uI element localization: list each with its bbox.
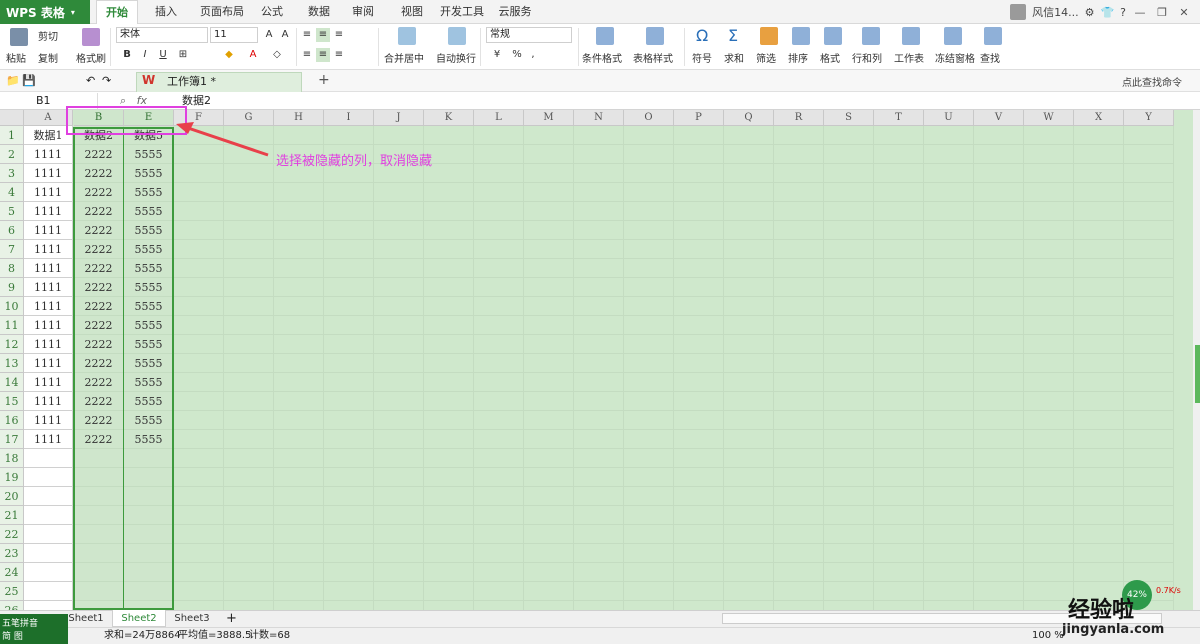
annotation-arrow bbox=[176, 122, 269, 157]
ime-line1: 五笔拼音 bbox=[2, 619, 39, 629]
sheet-tab-sheet2[interactable]: Sheet2 bbox=[112, 610, 166, 627]
sheet-tab-sheet3[interactable]: Sheet3 bbox=[166, 610, 218, 627]
status-count: 计数=68 bbox=[249, 630, 291, 641]
watermark-logo: 经验啦 bbox=[1068, 597, 1135, 623]
sheet-tab-sheet1[interactable]: Sheet1 bbox=[62, 610, 110, 627]
net-speed: 0.7K/s bbox=[1156, 586, 1181, 595]
zoom-level[interactable]: 100 % bbox=[1032, 627, 1064, 644]
ime-line2: 简 图 bbox=[2, 632, 23, 642]
add-sheet-button[interactable]: + bbox=[226, 610, 237, 627]
scrollbar-thumb[interactable] bbox=[1195, 345, 1200, 403]
annotation-text: 选择被隐藏的列，取消隐藏 bbox=[276, 154, 433, 169]
status-sum: 求和=24万8864 bbox=[104, 630, 181, 641]
status-avg: 平均值=3888.5 bbox=[178, 630, 252, 641]
ime-indicator[interactable]: 五笔拼音简 图 bbox=[0, 614, 68, 644]
watermark-url: jingyanla.com bbox=[1062, 622, 1165, 637]
